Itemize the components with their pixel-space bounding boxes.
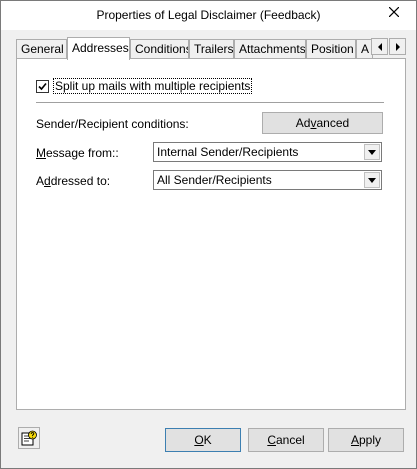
split-mails-checkbox[interactable]: [36, 79, 49, 93]
separator: [36, 102, 384, 103]
tab-conditions[interactable]: Conditions: [130, 39, 189, 59]
tab-scroll-left-button[interactable]: [371, 38, 388, 55]
dropdown-arrow-icon: [368, 177, 376, 183]
close-icon: [389, 6, 399, 17]
addressed-to-value: All Sender/Recipients: [157, 173, 272, 187]
dropdown-arrow-icon: [368, 149, 376, 155]
message-from-select[interactable]: Internal Sender/Recipients: [153, 142, 382, 162]
addressed-to-label: Addressed to:: [36, 174, 111, 188]
tab-panel: [16, 58, 406, 410]
tab-position[interactable]: Position: [306, 39, 356, 59]
addressed-to-select[interactable]: All Sender/Recipients: [153, 170, 382, 190]
title-bar: Properties of Legal Disclaimer (Feedback…: [1, 1, 416, 30]
message-from-label: Message from::: [36, 146, 119, 160]
message-from-dropdown-button[interactable]: [364, 144, 380, 160]
apply-button[interactable]: Apply: [328, 428, 404, 452]
tab-trailers[interactable]: Trailers: [189, 39, 234, 59]
tab-strip: General Addresses Conditions Trailers At…: [16, 37, 406, 60]
conditions-label: Sender/Recipient conditions:: [36, 117, 189, 131]
checkmark-icon: [38, 82, 47, 90]
cancel-button[interactable]: Cancel: [248, 428, 324, 452]
tab-addresses[interactable]: Addresses: [67, 37, 130, 60]
close-button[interactable]: [379, 2, 409, 21]
chevron-right-icon: [395, 42, 400, 51]
addressed-to-dropdown-button[interactable]: [364, 172, 380, 188]
split-mails-label: Split up mails with multiple recipients: [53, 78, 253, 94]
help-button[interactable]: [18, 427, 40, 449]
advanced-button[interactable]: Advanced: [262, 112, 383, 134]
window-title: Properties of Legal Disclaimer (Feedback…: [96, 8, 321, 22]
tab-scroll-right-button[interactable]: [389, 38, 406, 55]
help-icon: [21, 430, 37, 446]
tab-attachments[interactable]: Attachments: [234, 39, 306, 59]
split-mails-checkbox-row[interactable]: Split up mails with multiple recipients: [36, 78, 253, 94]
ok-button[interactable]: OK: [165, 428, 241, 452]
dialog-window: Properties of Legal Disclaimer (Feedback…: [0, 0, 417, 469]
tab-general[interactable]: General: [16, 39, 67, 59]
message-from-value: Internal Sender/Recipients: [157, 145, 299, 159]
chevron-left-icon: [377, 42, 382, 51]
